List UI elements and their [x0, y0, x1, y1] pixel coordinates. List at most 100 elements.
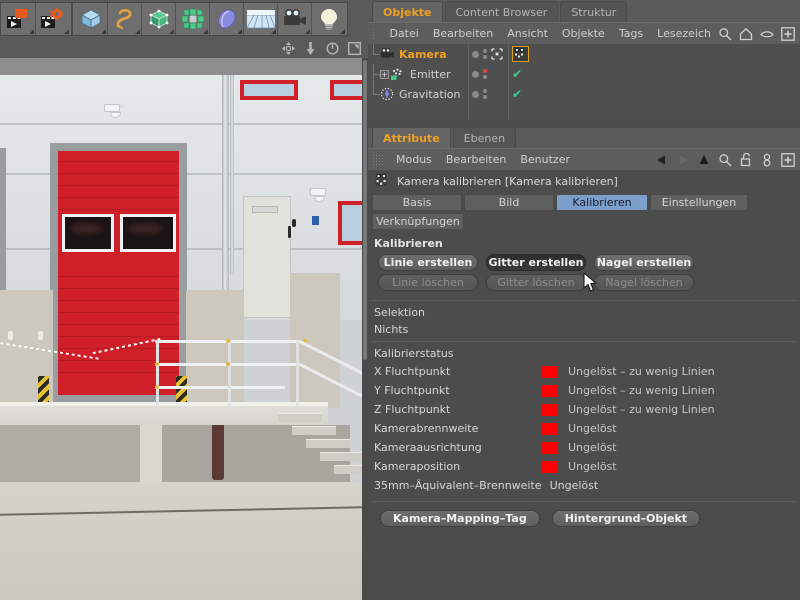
viewport-image[interactable] — [0, 58, 362, 600]
check-tag[interactable]: ✔ — [512, 87, 522, 101]
scale-view-icon[interactable] — [304, 41, 317, 55]
background-object-button[interactable]: Hintergrund–Objekt — [551, 510, 701, 527]
tab-struktur[interactable]: Struktur — [560, 1, 628, 22]
tab-objekte[interactable]: Objekte — [372, 1, 443, 22]
tree-row-kamera[interactable]: Kamera — [368, 44, 800, 64]
editor-visibility-dot[interactable] — [483, 89, 487, 93]
floor-button[interactable] — [244, 3, 278, 35]
window — [240, 80, 298, 100]
delete-line-button[interactable]: Linie löschen — [378, 274, 478, 291]
tab-bild[interactable]: Bild — [464, 194, 554, 211]
tab-ebenen[interactable]: Ebenen — [452, 127, 517, 148]
tab-attribute[interactable]: Attribute — [372, 127, 451, 148]
transform-tag[interactable] — [491, 48, 503, 60]
home-icon[interactable] — [739, 27, 753, 41]
menu-ansicht[interactable]: Ansicht — [500, 24, 555, 44]
cube-button[interactable] — [74, 3, 108, 35]
nurbs-button[interactable] — [142, 3, 176, 35]
viewport[interactable] — [0, 38, 368, 600]
menu-modus[interactable]: Modus — [389, 150, 439, 170]
render-visibility-dot[interactable] — [483, 95, 487, 99]
visibility-toggle[interactable] — [472, 50, 479, 58]
create-grid-button[interactable]: Gitter erstellen — [486, 254, 586, 271]
move-view-icon[interactable] — [282, 41, 295, 55]
menu-datei[interactable]: Datei — [382, 24, 425, 44]
property-tabs-row-1: Basis Bild Kalibrieren Einstellungen — [372, 194, 796, 211]
camera-mapping-tag-button[interactable]: Kamera–Mapping–Tag — [380, 510, 540, 527]
expand-toggle-emitter[interactable]: + — [380, 69, 389, 79]
status-row-z-vanishing-point: Z Fluchtpunkt Ungelöst – zu wenig Linien — [368, 400, 800, 419]
garage-window — [62, 214, 114, 252]
menu-benutzer[interactable]: Benutzer — [513, 150, 577, 170]
rotate-view-icon[interactable] — [326, 41, 339, 55]
delete-pin-button[interactable]: Nagel löschen — [594, 274, 694, 291]
visibility-dots[interactable] — [472, 89, 487, 99]
eye-icon[interactable] — [760, 27, 774, 41]
delete-grid-button[interactable]: Gitter löschen — [486, 274, 586, 291]
object-tree[interactable]: Kamera + Emitter ✔ Gravitation ✔ — [368, 44, 800, 120]
array-corner — [203, 29, 208, 34]
menu-lesezeichen[interactable]: Lesezeich — [650, 24, 718, 44]
tag-cell[interactable]: ✔ — [512, 87, 522, 101]
section-title-kalibrieren: Kalibrieren — [374, 237, 443, 250]
add-icon[interactable] — [781, 26, 795, 41]
menu-bearbeiten[interactable]: Bearbeiten — [426, 24, 500, 44]
cinema4d-window: Objekte Content Browser Struktur Datei B… — [0, 0, 800, 600]
object-manager-icons — [718, 26, 800, 41]
create-line-button[interactable]: Linie erstellen — [378, 254, 478, 271]
status-row-35mm-equivalent: 35mm–Äquivalent–Brennweite Ungelöst — [368, 476, 800, 495]
tag-cell[interactable] — [512, 46, 529, 62]
tab-basis[interactable]: Basis — [372, 194, 462, 211]
editor-visibility-dot[interactable] — [483, 69, 487, 73]
editor-visibility-dot[interactable] — [483, 49, 487, 53]
object-manager-tabstrip: Objekte Content Browser Struktur — [368, 0, 800, 22]
camera-button[interactable] — [278, 3, 312, 35]
base-detail — [38, 331, 43, 340]
tab-content-browser[interactable]: Content Browser — [444, 1, 559, 22]
forward-arrow-icon[interactable] — [676, 153, 690, 167]
tab-verknuepfungen[interactable]: Verknüpfungen — [372, 213, 464, 230]
maximize-view-icon[interactable] — [347, 41, 362, 55]
tab-kalibrieren[interactable]: Kalibrieren — [556, 194, 648, 211]
search-icon[interactable] — [718, 27, 732, 41]
status-label: X Fluchtpunkt — [374, 365, 451, 378]
link-icon[interactable] — [760, 153, 774, 167]
back-arrow-icon[interactable] — [655, 153, 669, 167]
deformer-button[interactable] — [210, 3, 244, 35]
spline-icon — [116, 9, 131, 30]
add-icon[interactable] — [781, 152, 795, 167]
light-icon — [321, 9, 337, 30]
menu-bearbeiten[interactable]: Bearbeiten — [439, 150, 513, 170]
base-detail — [8, 331, 13, 340]
menu-tags[interactable]: Tags — [612, 24, 650, 44]
panel-grip[interactable] — [372, 153, 383, 166]
tree-row-gravitation[interactable]: Gravitation ✔ — [368, 84, 800, 104]
visibility-dots[interactable] — [472, 48, 503, 60]
tree-item-label: Kamera — [399, 47, 447, 61]
equivalent-value: Ungelöst — [549, 479, 599, 492]
up-arrow-icon[interactable] — [697, 153, 711, 167]
menu-objekte[interactable]: Objekte — [555, 24, 612, 44]
unlock-icon[interactable] — [739, 152, 753, 167]
check-tag[interactable]: ✔ — [512, 67, 522, 81]
render-visibility-dot[interactable] — [483, 55, 487, 59]
panel-grip[interactable] — [372, 27, 377, 40]
toolbar-group-render — [0, 2, 72, 36]
visibility-dots[interactable] — [472, 69, 487, 79]
render-settings-button[interactable] — [36, 3, 70, 35]
tree-item-label: Gravitation — [399, 87, 461, 101]
visibility-toggle[interactable] — [472, 70, 479, 78]
tag-cell[interactable]: ✔ — [512, 67, 522, 81]
array-button[interactable] — [176, 3, 210, 35]
light-button[interactable] — [312, 3, 346, 35]
search-icon[interactable] — [718, 153, 732, 167]
downpipe — [230, 75, 234, 275]
render-visibility-dot[interactable] — [483, 75, 487, 79]
tree-row-emitter[interactable]: + Emitter ✔ — [368, 64, 800, 84]
create-pin-button[interactable]: Nagel erstellen — [594, 254, 694, 271]
render-view-button[interactable] — [2, 3, 36, 35]
camera-calibrator-tag[interactable] — [512, 46, 529, 62]
visibility-toggle[interactable] — [472, 90, 479, 98]
tab-einstellungen[interactable]: Einstellungen — [650, 194, 748, 211]
spline-button[interactable] — [108, 3, 142, 35]
